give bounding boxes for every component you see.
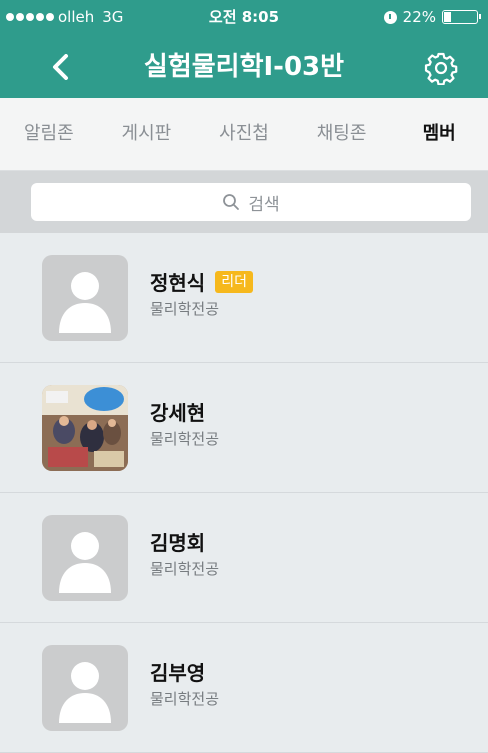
alarm-icon xyxy=(383,10,397,24)
avatar xyxy=(42,515,128,601)
battery-level-fill xyxy=(444,12,451,22)
profile-photo xyxy=(42,385,128,471)
member-name: 강세현 xyxy=(150,401,206,425)
member-name-line: 강세현 xyxy=(150,397,205,426)
member-name-line: 김명회 xyxy=(150,527,205,556)
app-header: olleh 3G 오전 8:05 22% 실험물리학I-03반 xyxy=(0,0,488,98)
avatar xyxy=(42,255,128,341)
search-input[interactable]: 검색 xyxy=(31,183,471,221)
search-icon xyxy=(223,194,240,210)
member-name-line: 정현식 리더 xyxy=(150,267,253,296)
member-major: 물리학전공 xyxy=(150,300,220,318)
avatar xyxy=(42,645,128,731)
tab-notice[interactable]: 알림존 xyxy=(0,98,98,170)
member-name-line: 김부영 xyxy=(150,657,205,686)
member-list: 정현식 리더 물리학전공 강세현 물리학전공 김명회 물리학전공 김부영 물리학… xyxy=(0,233,488,753)
search-area: 검색 xyxy=(0,171,488,233)
member-name: 정현식 xyxy=(150,271,206,295)
leader-badge: 리더 xyxy=(215,270,253,293)
member-name: 김부영 xyxy=(150,661,206,685)
nav-bar: 실험물리학I-03반 xyxy=(0,34,488,98)
member-major: 물리학전공 xyxy=(150,560,220,578)
default-person-icon xyxy=(59,662,111,723)
member-row[interactable]: 김명회 물리학전공 xyxy=(0,493,488,623)
member-row[interactable]: 강세현 물리학전공 xyxy=(0,363,488,493)
search-placeholder: 검색 xyxy=(248,194,280,215)
tab-photos[interactable]: 사진첩 xyxy=(195,98,293,170)
member-row[interactable]: 김부영 물리학전공 xyxy=(0,623,488,753)
tab-bar: 알림존 게시판 사진첩 채팅존 멤버 xyxy=(0,98,488,171)
battery-icon xyxy=(442,10,481,24)
member-major: 물리학전공 xyxy=(150,430,220,448)
page-title: 실험물리학I-03반 xyxy=(143,52,345,82)
gear-icon xyxy=(424,52,458,86)
status-right: 22% xyxy=(383,0,481,34)
tab-members[interactable]: 멤버 xyxy=(390,98,488,170)
default-person-icon xyxy=(59,532,111,593)
member-row[interactable]: 정현식 리더 물리학전공 xyxy=(0,233,488,363)
default-person-icon xyxy=(59,272,111,333)
member-name: 김명회 xyxy=(150,531,206,555)
status-bar: olleh 3G 오전 8:05 22% xyxy=(0,0,488,34)
avatar xyxy=(42,385,128,471)
tab-chat[interactable]: 채팅존 xyxy=(293,98,391,170)
battery-percent: 22% xyxy=(402,8,436,26)
settings-button[interactable] xyxy=(424,51,458,86)
tab-board[interactable]: 게시판 xyxy=(98,98,196,170)
